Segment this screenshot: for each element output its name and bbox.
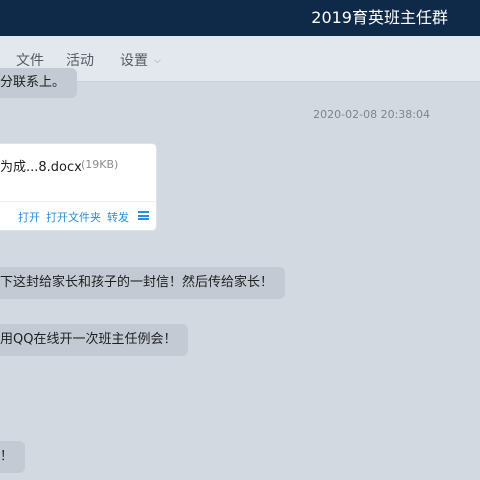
- file-name: 为成...8.docx: [0, 160, 82, 175]
- chevron-down-icon: ⌵: [154, 56, 161, 66]
- forward-link[interactable]: 转发: [107, 209, 129, 225]
- message-timestamp: 2020-02-08 20:38:04: [313, 108, 430, 121]
- file-message-card[interactable]: 为成...8.docx (19KB) 打开 打开文件夹 转发: [0, 144, 156, 230]
- open-file-link[interactable]: 打开: [18, 209, 40, 225]
- chat-message: 用QQ在线开一次班主任例会！: [0, 324, 189, 356]
- divider: [0, 201, 156, 202]
- hamburger-menu-icon[interactable]: [138, 211, 149, 220]
- chat-message: 下这封给家长和孩子的一封信！然后传给家长！: [0, 267, 286, 299]
- tab-settings[interactable]: 设置 ⌵: [120, 52, 161, 70]
- chat-message: ！: [0, 441, 26, 473]
- title-bar: 2019育英班主任群: [0, 0, 480, 36]
- tab-settings-label: 设置: [120, 53, 148, 69]
- file-size: (19KB): [81, 158, 119, 171]
- group-title: 2019育英班主任群: [311, 8, 448, 27]
- chat-message: 分联系上。: [0, 68, 78, 98]
- open-folder-link[interactable]: 打开文件夹: [46, 209, 101, 225]
